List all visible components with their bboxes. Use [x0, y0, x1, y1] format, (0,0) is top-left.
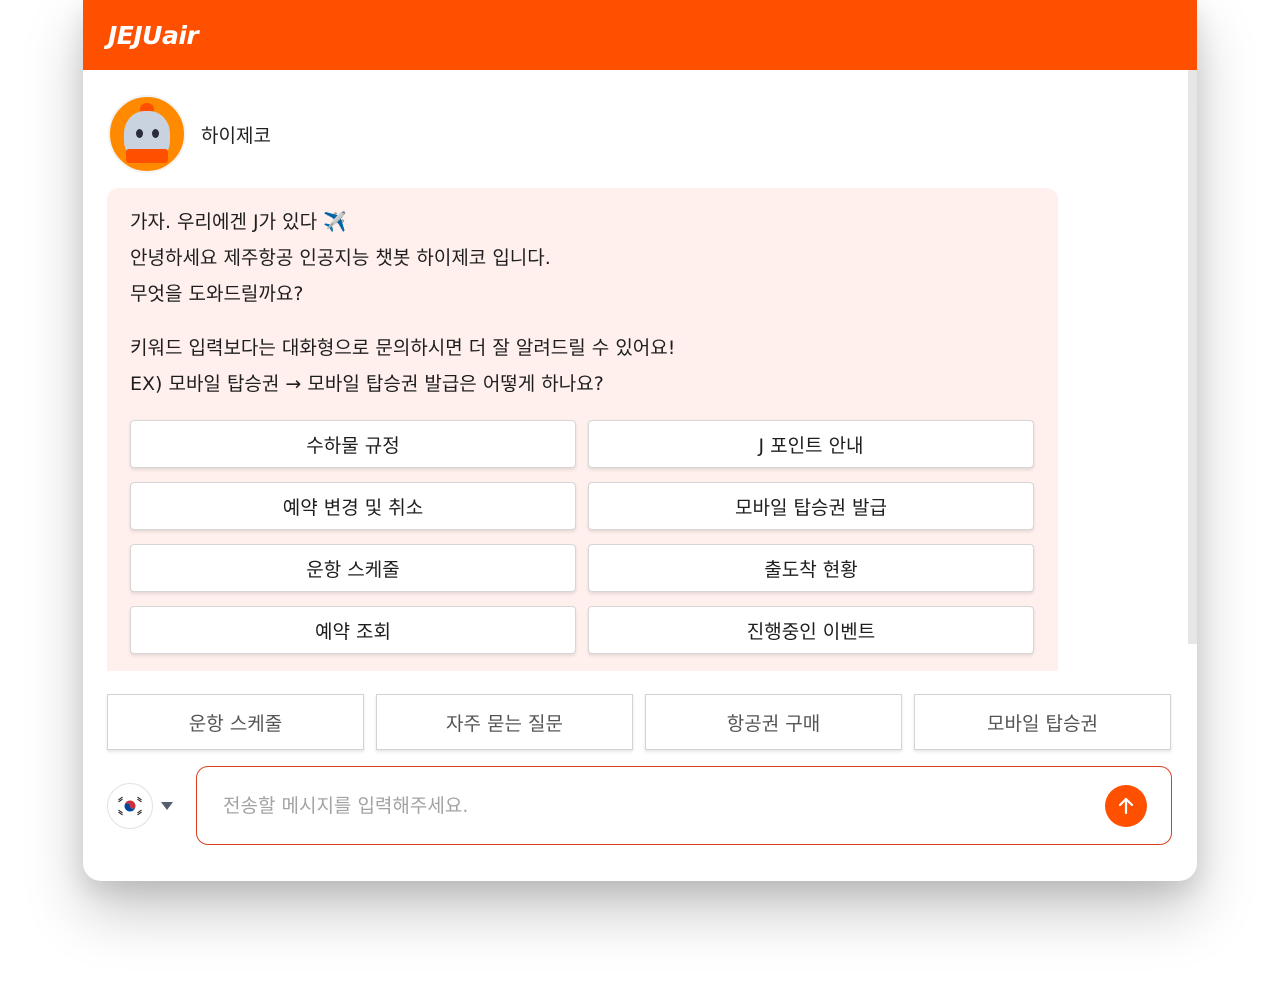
header-bar: JEJUair	[83, 0, 1197, 70]
quick-reply-arrival-departure[interactable]: 출도착 현황	[588, 544, 1034, 592]
chatbot-window: JEJUair 하이제코 가자. 우리에겐 J가 있다 ✈️ 안녕하세요 제주항…	[83, 0, 1197, 881]
hint-line: EX) 모바일 탑승권 → 모바일 탑승권 발급은 어떻게 하나요?	[130, 373, 604, 395]
scrollbar[interactable]	[1188, 70, 1197, 644]
footer-menu: 운항 스케줄 자주 묻는 질문 항공권 구매 모바일 탑승권	[107, 694, 1171, 750]
message-line: 무엇을 도와드릴까요?	[130, 283, 304, 305]
message-line: 안녕하세요 제주항공 인공지능 챗봇 하이제코 입니다.	[130, 247, 551, 269]
chevron-down-icon	[161, 801, 173, 810]
hint-line: 키워드 입력보다는 대화형으로 문의하시면 더 잘 알려드릴 수 있어요!	[130, 337, 676, 359]
input-row	[107, 766, 1172, 845]
menu-flight-schedule[interactable]: 운항 스케줄	[107, 694, 364, 750]
quick-reply-booking-change[interactable]: 예약 변경 및 취소	[130, 482, 576, 530]
chat-scroll-area[interactable]: 하이제코 가자. 우리에겐 J가 있다 ✈️ 안녕하세요 제주항공 인공지능 챗…	[83, 70, 1197, 671]
bot-identity: 하이제코	[108, 95, 271, 173]
send-button[interactable]	[1105, 784, 1147, 827]
quick-reply-flight-schedule[interactable]: 운항 스케줄	[130, 544, 576, 592]
quick-reply-booking-lookup[interactable]: 예약 조회	[130, 606, 576, 654]
quick-reply-mobile-boarding-pass[interactable]: 모바일 탑승권 발급	[588, 482, 1034, 530]
korea-flag-icon	[107, 782, 153, 829]
quick-reply-grid: 수하물 규정 J 포인트 안내 예약 변경 및 취소 모바일 탑승권 발급 운항…	[130, 420, 1035, 654]
message-input-box	[196, 766, 1172, 845]
menu-faq[interactable]: 자주 묻는 질문	[376, 694, 633, 750]
quick-reply-jpoint[interactable]: J 포인트 안내	[588, 420, 1034, 468]
message-input[interactable]	[221, 793, 1105, 818]
jejuair-logo: JEJUair	[108, 20, 199, 50]
message-line: 가자. 우리에겐 J가 있다 ✈️	[130, 211, 347, 233]
menu-mobile-boarding-pass[interactable]: 모바일 탑승권	[914, 694, 1171, 750]
quick-reply-events[interactable]: 진행중인 이벤트	[588, 606, 1034, 654]
bot-name: 하이제코	[201, 124, 271, 147]
arrow-up-icon	[1118, 797, 1134, 814]
language-selector[interactable]	[107, 782, 196, 829]
bot-message-bubble: 가자. 우리에겐 J가 있다 ✈️ 안녕하세요 제주항공 인공지능 챗봇 하이제…	[107, 188, 1058, 671]
quick-reply-baggage[interactable]: 수하물 규정	[130, 420, 576, 468]
menu-buy-ticket[interactable]: 항공권 구매	[645, 694, 902, 750]
mascot-avatar-icon	[108, 95, 186, 173]
